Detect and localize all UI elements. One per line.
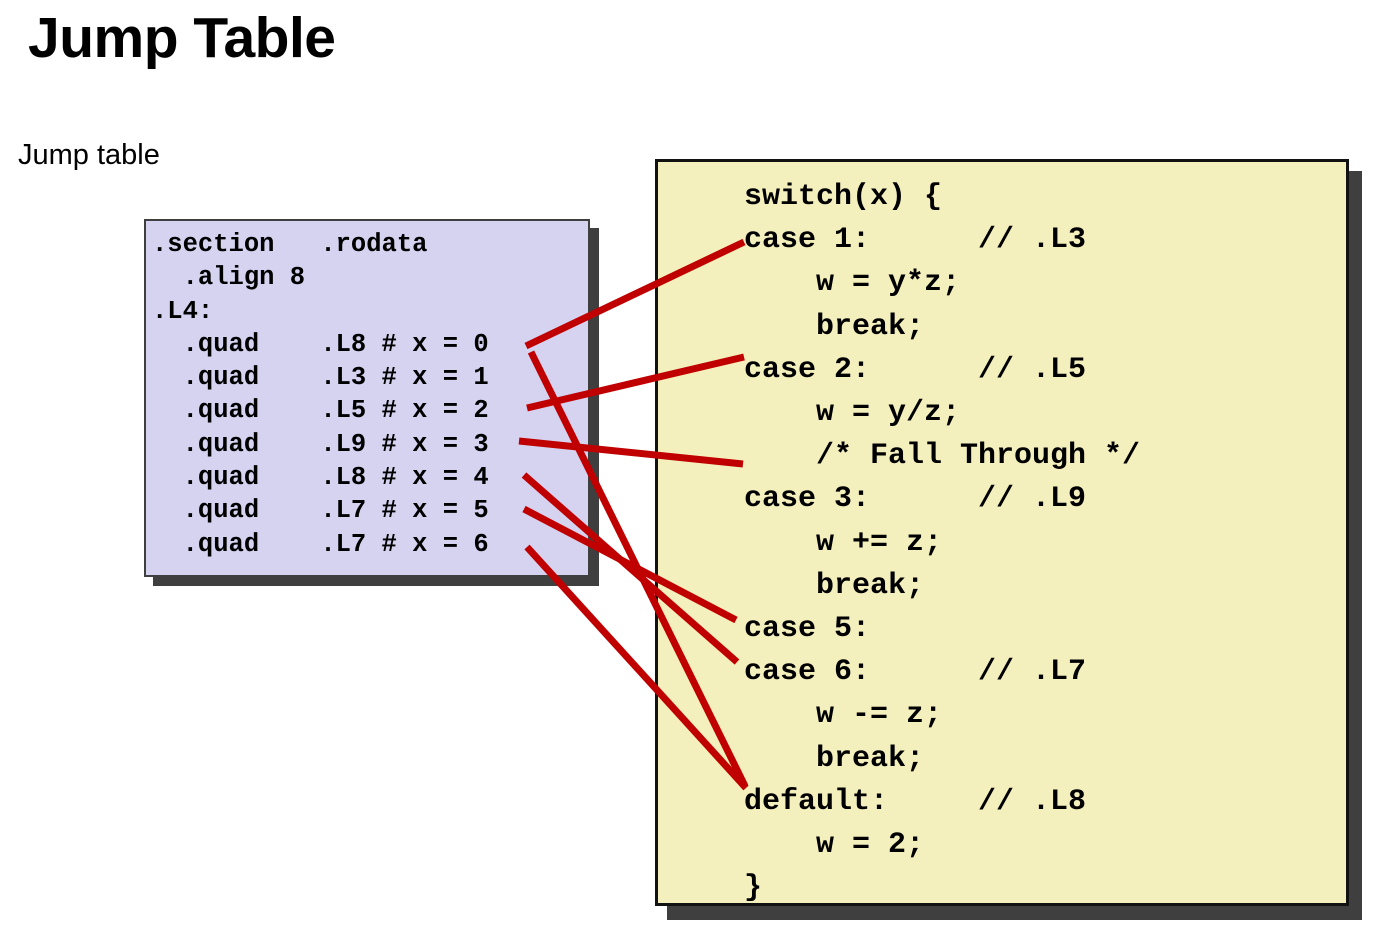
jump-table-assembly-code: .section .rodata .align 8 .L4: .quad .L8…: [152, 230, 489, 559]
switch-statement-c-code: switch(x) { case 1: // .L3 w = y*z; brea…: [744, 180, 1141, 906]
switch-source-code-box: switch(x) { case 1: // .L3 w = y*z; brea…: [655, 159, 1362, 920]
slide-canvas: Jump Table Jump table .section .rodata .…: [0, 0, 1373, 935]
jump-table-code-box: .section .rodata .align 8 .L4: .quad .L8…: [144, 219, 599, 586]
source-box-face: switch(x) { case 1: // .L3 w = y*z; brea…: [655, 159, 1349, 906]
subtitle-label: Jump table: [18, 139, 160, 171]
page-title: Jump Table: [28, 6, 336, 70]
jump-table-box-face: .section .rodata .align 8 .L4: .quad .L8…: [144, 219, 590, 577]
